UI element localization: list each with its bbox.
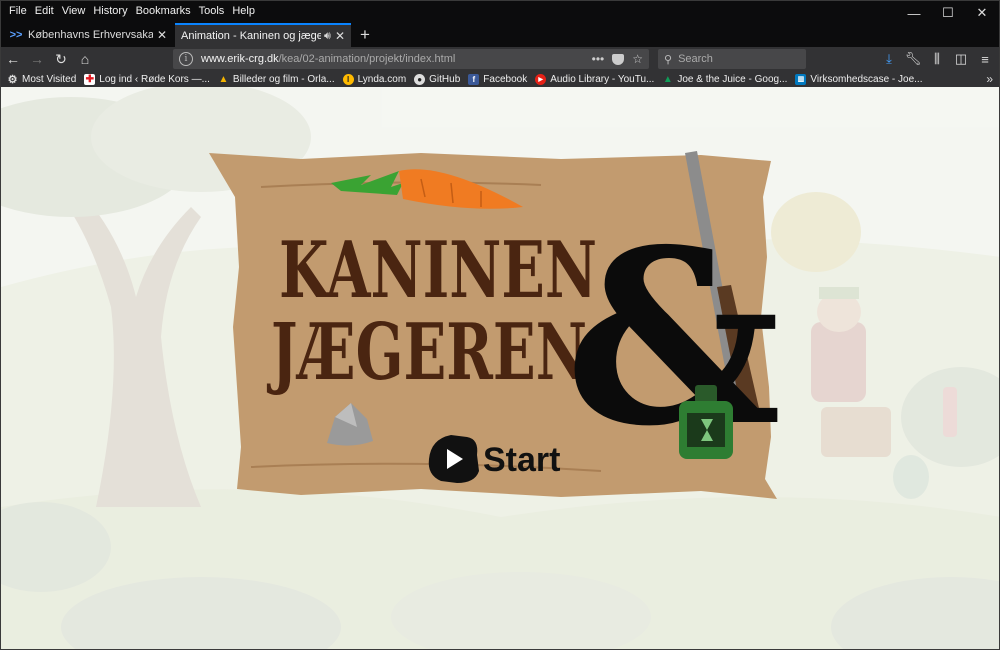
pocket-icon[interactable] <box>612 53 625 65</box>
bookmark-rode-kors[interactable]: ✚ Log ind ‹ Røde Kors —... <box>84 73 210 85</box>
bookmark-youtube[interactable]: ▶ Audio Library - YouTu... <box>535 73 655 85</box>
tab-bar: >> Københavns Erhvervsakademi / ✕ Animat… <box>1 23 999 47</box>
gear-icon: ⚙ <box>7 73 18 86</box>
search-icon: ⚲ <box>664 53 673 66</box>
menu-tools[interactable]: Tools <box>195 1 229 21</box>
browser-window: File Edit View History Bookmarks Tools H… <box>0 0 1000 650</box>
google-drive-icon: ▲ <box>662 73 673 85</box>
bookmark-facebook[interactable]: f Facebook <box>468 73 528 85</box>
menu-help[interactable]: Help <box>228 1 259 21</box>
minimize-button[interactable]: — <box>897 1 931 25</box>
close-tab-icon[interactable]: ✕ <box>157 28 167 42</box>
start-label: Start <box>483 441 560 479</box>
game-scene: KANINEN JÆGEREN & Start <box>1 87 999 649</box>
url-path: /kea/02-animation/projekt/index.html <box>278 53 456 65</box>
tab-title: Københavns Erhvervsakademi / <box>28 29 153 41</box>
tab-animation[interactable]: Animation - Kaninen og jægere 🔊︎ ✕ <box>175 23 351 47</box>
bookmark-star-icon[interactable]: ☆ <box>632 52 643 66</box>
bookmark-most-visited[interactable]: ⚙ Most Visited <box>7 73 77 86</box>
bookmark-label: Most Visited <box>22 73 77 85</box>
menu-history[interactable]: History <box>89 1 131 21</box>
toolbar-right: ⤓ 🔧︎ ⫼ ◫ ≡ <box>877 47 997 71</box>
close-tab-icon[interactable]: ✕ <box>335 29 345 43</box>
wrench-icon[interactable]: 🔧︎ <box>901 47 925 71</box>
trello-icon: ▥ <box>795 73 807 85</box>
speaker-icon[interactable]: 🔊︎ <box>324 30 331 43</box>
tab-title: Animation - Kaninen og jægere <box>181 30 321 42</box>
google-drive-icon: ▲ <box>218 73 229 85</box>
game-title-line1: KANINEN <box>279 225 597 316</box>
info-icon[interactable]: i <box>179 52 193 66</box>
lynda-icon: l <box>342 73 354 85</box>
new-tab-button[interactable]: + <box>355 23 375 47</box>
library-icon[interactable]: ⫼ <box>925 47 949 71</box>
bookmark-label: Audio Library - YouTu... <box>550 73 655 85</box>
url-host: www.erik-crg.dk <box>201 53 279 65</box>
forward-arrow-icon[interactable]: → <box>25 47 49 71</box>
bookmark-label: Facebook <box>483 73 528 85</box>
bookmark-label: Billeder og film - Orla... <box>232 73 335 85</box>
bookmarks-toolbar: ⚙ Most Visited ✚ Log ind ‹ Røde Kors —... … <box>1 71 999 87</box>
maximize-button[interactable]: ☐ <box>931 1 965 25</box>
bookmark-joe-juice[interactable]: ▲ Joe & the Juice - Goog... <box>662 73 788 85</box>
game-title-line2: JÆGEREN <box>267 307 587 398</box>
home-icon[interactable]: ⌂ <box>73 47 97 71</box>
github-icon: ● <box>414 73 426 85</box>
url-text[interactable]: www.erik-crg.dk/kea/02-animation/projekt… <box>201 53 455 65</box>
bookmark-label: Log ind ‹ Røde Kors —... <box>99 73 210 85</box>
kea-favicon-icon: >> <box>9 29 23 41</box>
youtube-icon: ▶ <box>535 73 547 85</box>
bookmark-label: Joe & the Juice - Goog... <box>677 73 788 85</box>
tab-kea[interactable]: >> Københavns Erhvervsakademi / ✕ <box>3 23 173 47</box>
bookmark-lynda[interactable]: l Lynda.com <box>342 73 407 85</box>
red-cross-icon: ✚ <box>84 73 96 85</box>
page-content: KANINEN JÆGEREN & Start <box>1 87 999 649</box>
bookmark-label: Virksomhedscase - Joe... <box>810 73 923 85</box>
search-placeholder: Search <box>678 53 713 65</box>
url-actions: ••• ☆ <box>592 49 643 69</box>
download-icon[interactable]: ⤓ <box>877 47 901 71</box>
url-bar[interactable]: i www.erik-crg.dk/kea/02-animation/proje… <box>173 49 649 69</box>
bookmark-label: GitHub <box>429 73 461 85</box>
ampersand-logo: & <box>565 197 782 479</box>
menu-view[interactable]: View <box>58 1 90 21</box>
menu-bookmarks[interactable]: Bookmarks <box>132 1 195 21</box>
bookmark-github[interactable]: ● GitHub <box>414 73 461 85</box>
hamburger-menu-icon[interactable]: ≡ <box>973 47 997 71</box>
close-window-button[interactable]: ✕ <box>965 1 999 25</box>
back-arrow-icon[interactable]: ← <box>1 47 25 71</box>
reload-icon[interactable]: ↻ <box>49 47 73 71</box>
bookmark-virksomhedscase[interactable]: ▥ Virksomhedscase - Joe... <box>795 73 923 85</box>
menu-edit[interactable]: Edit <box>31 1 58 21</box>
page-actions-icon[interactable]: ••• <box>592 52 605 66</box>
bookmark-billeder[interactable]: ▲ Billeder og film - Orla... <box>218 73 335 85</box>
sidebar-icon[interactable]: ◫ <box>949 47 973 71</box>
window-controls: — ☐ ✕ <box>897 1 999 25</box>
menu-file[interactable]: File <box>5 1 31 21</box>
chevron-right-icon[interactable]: » <box>986 71 993 87</box>
bookmark-label: Lynda.com <box>357 73 407 85</box>
navigation-toolbar: ← → ↻ ⌂ i www.erik-crg.dk/kea/02-animati… <box>1 47 999 71</box>
search-bar[interactable]: ⚲ Search <box>658 49 806 69</box>
menu-bar: File Edit View History Bookmarks Tools H… <box>1 1 999 21</box>
start-button[interactable]: Start <box>428 435 561 483</box>
facebook-icon: f <box>468 73 480 85</box>
